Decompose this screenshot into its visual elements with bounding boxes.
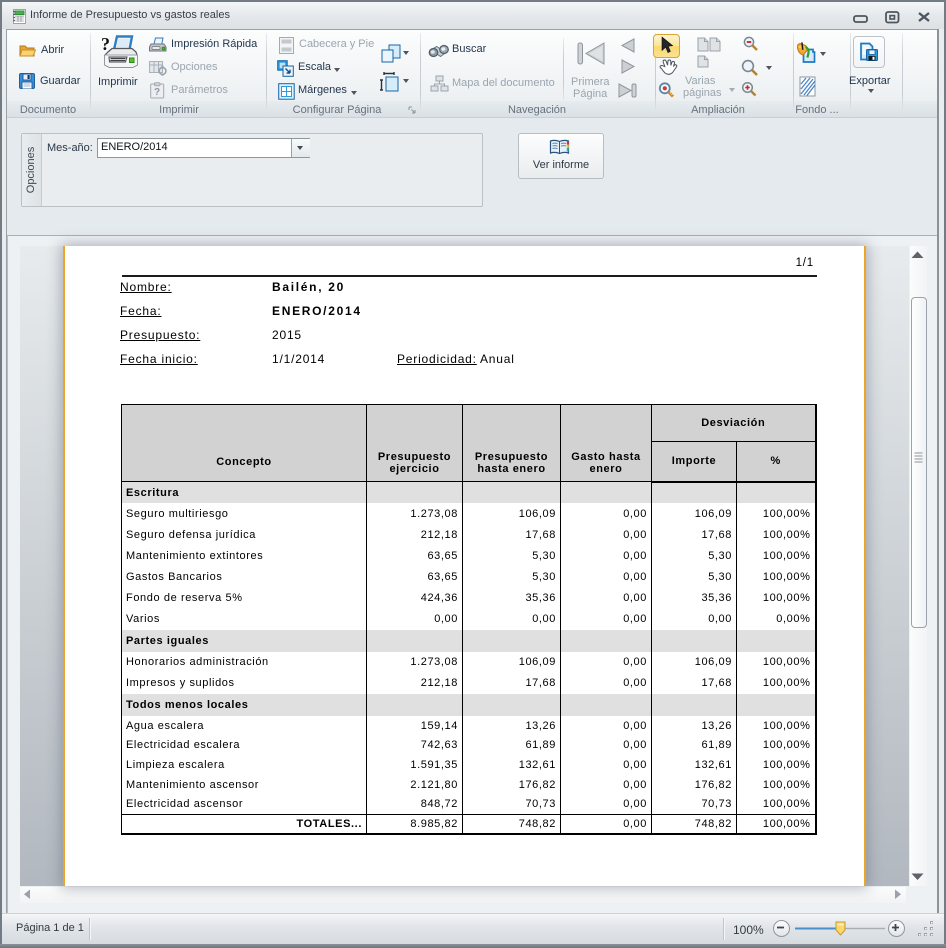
svg-text:?: ? (101, 34, 110, 54)
svg-text:?: ? (154, 87, 160, 98)
